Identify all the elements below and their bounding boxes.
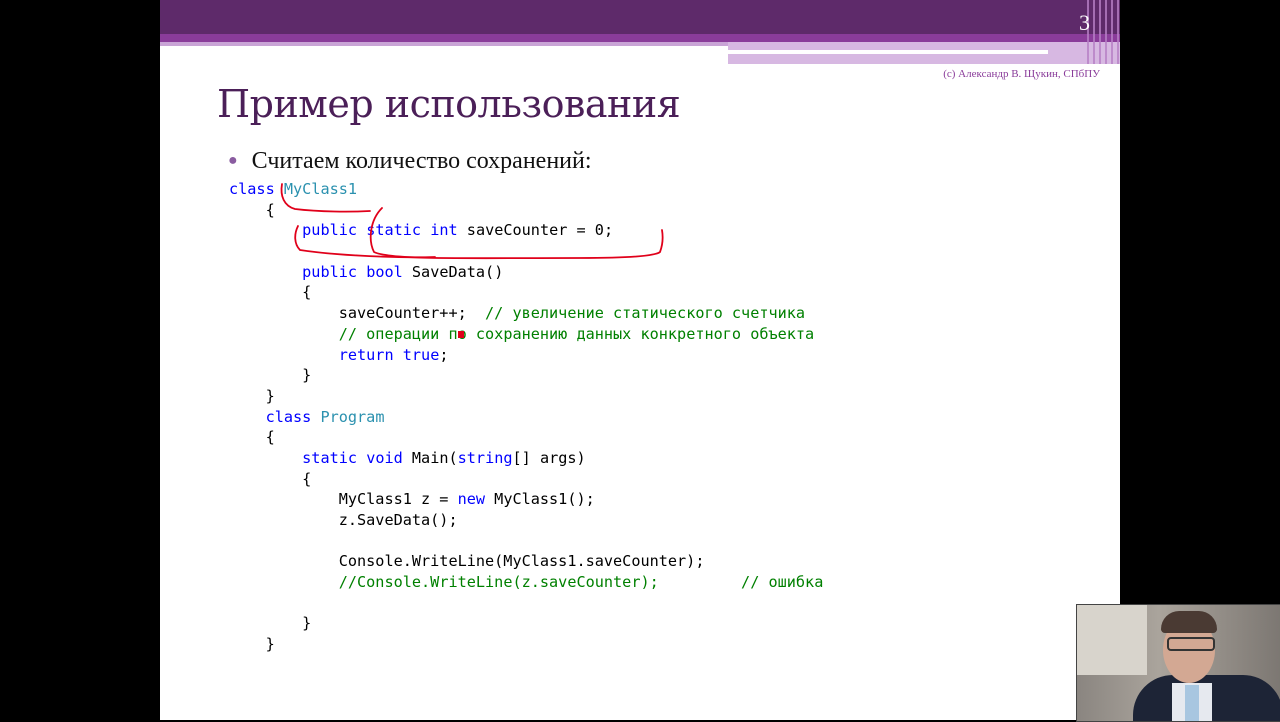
code-token: return <box>338 345 394 364</box>
code-line: saveCounter++; // увеличение статическог… <box>229 303 823 324</box>
code-token: true <box>402 345 440 364</box>
slide-title: Пример использования <box>217 82 681 126</box>
code-token: } <box>229 366 312 385</box>
code-token: new <box>457 490 486 509</box>
slide: 3 (c) Александр В. Щукин, СПбПУ Пример и… <box>160 0 1120 720</box>
code-line: Console.WriteLine(MyClass1.saveCounter); <box>229 551 823 572</box>
code-line: MyClass1 z = new MyClass1(); <box>229 489 823 510</box>
code-line: class Program <box>229 407 823 428</box>
header-white-line <box>728 50 1048 54</box>
header-bar <box>160 0 1120 34</box>
code-line: public static int saveCounter = 0; <box>229 220 823 241</box>
code-token: MyClass1 <box>283 180 358 198</box>
code-block: class MyClass1 { public static int saveC… <box>229 179 823 655</box>
code-token: void <box>366 448 403 467</box>
code-token: // операции по сохранению данных конкрет… <box>338 324 815 343</box>
code-token: public <box>302 262 358 281</box>
code-token: } <box>229 614 312 633</box>
code-token: Main( <box>402 448 458 467</box>
code-token: } <box>229 635 275 654</box>
code-token: ; <box>439 345 449 364</box>
code-token: class <box>229 180 284 198</box>
code-line: return true; <box>229 345 823 366</box>
code-line: class MyClass1 <box>229 179 823 200</box>
code-token: class <box>265 407 312 426</box>
code-token: int <box>430 221 458 240</box>
code-token: static <box>366 221 422 240</box>
bullet-item: ● Считаем количество сохранений: <box>228 148 592 175</box>
code-token: Program <box>320 407 385 426</box>
slide-number: 3 <box>1079 10 1090 35</box>
code-line: } <box>229 634 823 655</box>
code-token: //Console.WriteLine(z.saveCounter); // о… <box>338 573 824 592</box>
code-line: { <box>229 427 823 448</box>
code-token: saveCounter = 0; <box>457 221 614 240</box>
code-token: bool <box>366 262 403 281</box>
code-line: } <box>229 386 823 407</box>
code-token: { <box>229 200 275 219</box>
bullet-icon: ● <box>228 152 238 169</box>
code-line: { <box>229 200 823 221</box>
header-accent-bar <box>160 34 1120 42</box>
code-line: { <box>229 469 823 490</box>
code-token: string <box>457 448 513 467</box>
code-line: //Console.WriteLine(z.saveCounter); // о… <box>229 572 824 593</box>
code-token: SaveData() <box>402 262 504 281</box>
code-line: { <box>229 282 823 303</box>
code-line: z.SaveData(); <box>229 510 823 531</box>
code-token: Console.WriteLine(MyClass1.saveCounter); <box>229 552 705 571</box>
webcam-overlay <box>1076 604 1280 722</box>
code-token: // увеличение статического счетчика <box>485 304 806 323</box>
code-line: } <box>229 613 823 634</box>
copyright-note: (c) Александр В. Щукин, СПбПУ <box>943 68 1100 80</box>
code-line: } <box>229 365 823 386</box>
code-token: saveCounter++; <box>229 304 486 323</box>
code-line: public bool SaveData() <box>229 262 823 283</box>
bullet-text: Считаем количество сохранений: <box>251 148 592 174</box>
header-lavender-strip <box>160 42 728 46</box>
code-line: static void Main(string[] args) <box>229 448 823 469</box>
code-token: MyClass1 z = <box>229 490 458 509</box>
code-token: [] args) <box>512 448 586 467</box>
code-token: z.SaveData(); <box>229 511 458 529</box>
code-token: { <box>229 469 312 488</box>
code-token: } <box>229 386 275 405</box>
code-line: // операции по сохранению данных конкрет… <box>229 324 823 345</box>
header-stripes <box>1085 0 1120 64</box>
code-token: MyClass1(); <box>485 490 595 509</box>
code-token: public <box>302 221 358 240</box>
code-token: { <box>229 428 275 447</box>
code-token: static <box>302 448 358 467</box>
code-token: { <box>229 283 312 302</box>
